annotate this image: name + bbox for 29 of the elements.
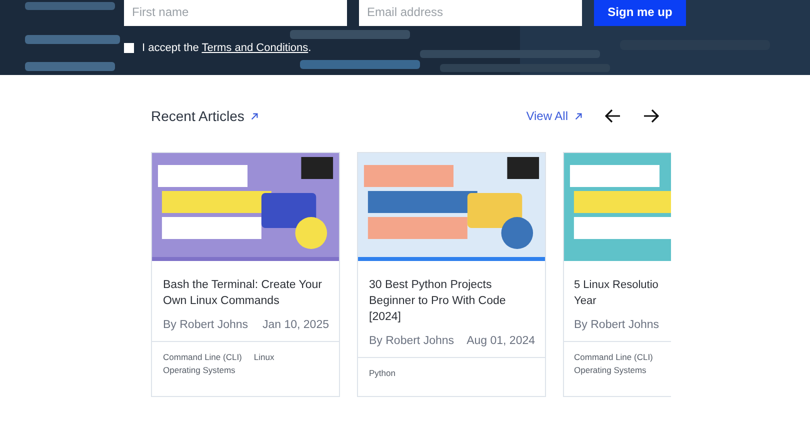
sign-up-button[interactable]: Sign me up — [594, 0, 686, 26]
email-field[interactable]: Email address — [359, 0, 582, 26]
consent-label: I accept the Terms and Conditions. — [142, 42, 312, 54]
arrow-up-right-icon — [250, 112, 260, 120]
article-card[interactable]: Bash the Terminal: Create Your Own Linux Commands By Robert Johns Jan 10, 2025 Command Line (CLI) Linux Operating Systems — [151, 152, 340, 397]
article-date: Jan 10, 2025 — [262, 319, 329, 331]
previous-arrow-icon[interactable] — [605, 109, 621, 123]
article-title[interactable]: 30 Best Python Projects Beginner to Pro With Code [2024] — [369, 277, 535, 325]
article-author: By Robert Johns — [369, 335, 454, 347]
article-author: By Robert Johns — [574, 319, 660, 331]
next-arrow-icon[interactable] — [643, 109, 659, 123]
article-title[interactable]: 5 Linux Resolutio Year — [574, 277, 671, 309]
first-name-field[interactable]: First name — [124, 0, 347, 26]
view-all-link[interactable]: View All — [526, 109, 568, 123]
article-card[interactable]: 5 Linux Resolutio Year By Robert Johns Command Line (CLI) Operating Systems — [563, 152, 671, 397]
article-date: Aug 01, 2024 — [466, 335, 535, 347]
article-author: By Robert Johns — [163, 319, 248, 331]
article-tag[interactable]: Command Line (CLI) — [163, 352, 242, 362]
arrow-up-right-icon — [574, 112, 583, 120]
section-title: Recent Articles — [151, 108, 244, 124]
article-title[interactable]: Bash the Terminal: Create Your Own Linux Commands — [163, 277, 329, 309]
consent-checkbox[interactable] — [124, 43, 134, 53]
article-tag[interactable]: Python — [369, 368, 396, 378]
article-card[interactable]: 30 Best Python Projects Beginner to Pro With Code [2024] By Robert Johns Aug 01, 2024 Python — [357, 152, 546, 397]
article-tag[interactable]: Operating Systems — [574, 365, 671, 375]
article-tag[interactable]: Command Line (CLI) — [574, 352, 671, 362]
article-tag[interactable]: Operating Systems — [163, 365, 236, 375]
terms-link[interactable]: Terms and Conditions — [202, 42, 308, 54]
article-tag[interactable]: Linux — [254, 352, 274, 362]
